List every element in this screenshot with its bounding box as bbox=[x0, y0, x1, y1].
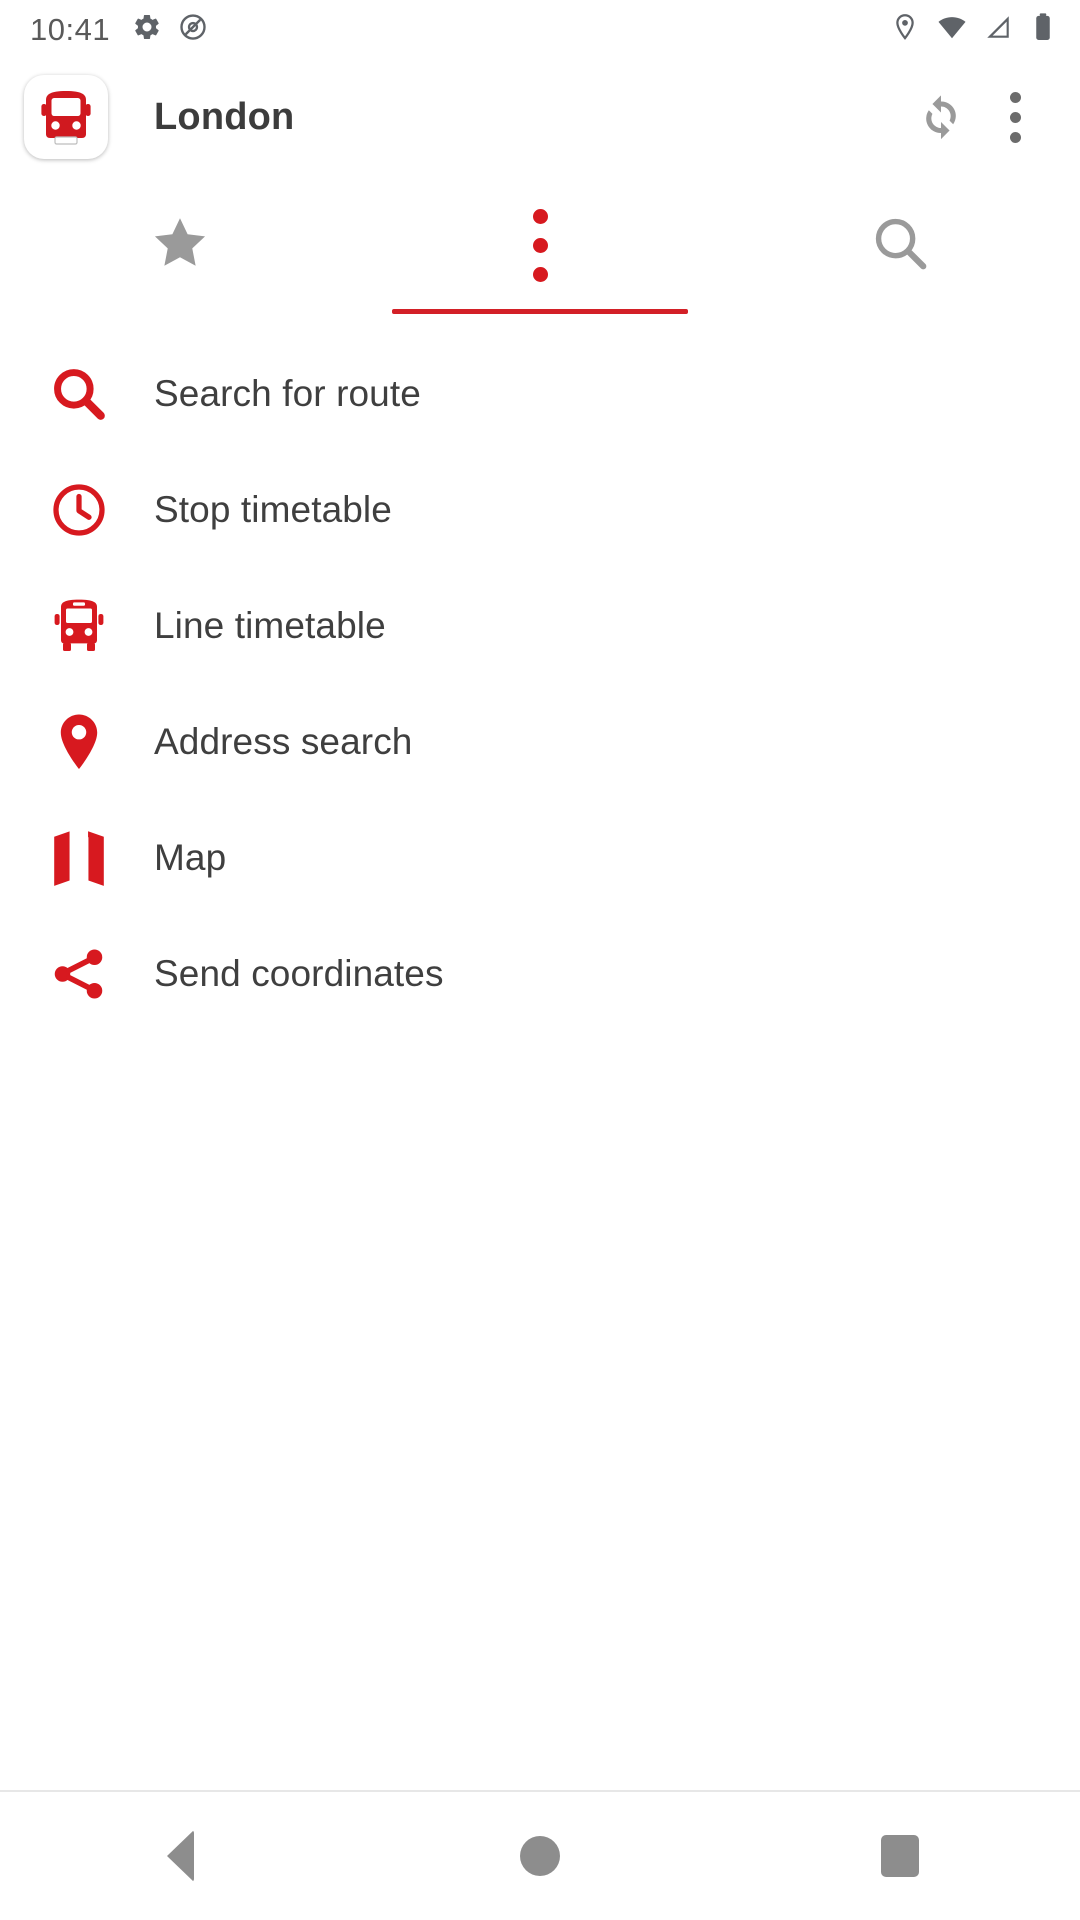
tab-more[interactable] bbox=[360, 176, 720, 314]
recents-button[interactable] bbox=[720, 1835, 1080, 1877]
tab-bar bbox=[0, 176, 1080, 314]
list-item-label: Send coordinates bbox=[154, 953, 444, 994]
more-vert-icon bbox=[1009, 91, 1021, 143]
do-not-disturb-icon bbox=[178, 12, 208, 47]
list-item-send-coordinates[interactable]: Send coordinates bbox=[0, 916, 1080, 1032]
clock-icon bbox=[40, 471, 118, 549]
overflow-menu-button[interactable] bbox=[978, 80, 1052, 154]
search-icon bbox=[869, 212, 931, 279]
gear-icon bbox=[132, 12, 162, 47]
main-menu-list: Search for route Stop timetable Line tim… bbox=[0, 314, 1080, 1032]
star-icon bbox=[149, 212, 211, 279]
system-navigation-bar bbox=[0, 1790, 1080, 1920]
search-icon bbox=[40, 355, 118, 433]
page-title: London bbox=[154, 95, 295, 138]
more-vert-icon bbox=[532, 208, 548, 282]
map-icon bbox=[40, 819, 118, 897]
list-item-address-search[interactable]: Address search bbox=[0, 684, 1080, 800]
status-bar-right-icons bbox=[890, 12, 1056, 47]
list-item-stop-timetable[interactable]: Stop timetable bbox=[0, 452, 1080, 568]
home-circle-icon bbox=[520, 1836, 560, 1876]
share-icon bbox=[40, 935, 118, 1013]
home-button[interactable] bbox=[360, 1836, 720, 1876]
wifi-icon bbox=[936, 12, 968, 47]
map-pin-icon bbox=[40, 703, 118, 781]
bus-icon bbox=[40, 587, 118, 665]
refresh-button[interactable] bbox=[904, 80, 978, 154]
status-bar-left-icons bbox=[132, 12, 208, 47]
bus-app-logo bbox=[24, 75, 108, 159]
back-triangle-icon bbox=[166, 1830, 194, 1882]
tab-search[interactable] bbox=[720, 176, 1080, 314]
back-button[interactable] bbox=[0, 1830, 360, 1882]
list-item-search-for-route[interactable]: Search for route bbox=[0, 336, 1080, 452]
list-item-label: Stop timetable bbox=[154, 489, 392, 530]
cellular-signal-icon bbox=[984, 12, 1014, 47]
list-item-label: Map bbox=[154, 837, 227, 878]
status-bar-clock: 10:41 bbox=[30, 11, 111, 47]
list-item-line-timetable[interactable]: Line timetable bbox=[0, 568, 1080, 684]
app-bar: London bbox=[0, 58, 1080, 176]
tab-selected-indicator bbox=[392, 309, 688, 314]
tab-favorites[interactable] bbox=[0, 176, 360, 314]
refresh-icon bbox=[914, 88, 968, 147]
recents-square-icon bbox=[881, 1835, 919, 1877]
location-pin-icon bbox=[890, 12, 920, 47]
battery-icon bbox=[1030, 12, 1056, 47]
list-item-map[interactable]: Map bbox=[0, 800, 1080, 916]
list-item-label: Search for route bbox=[154, 373, 421, 414]
list-item-label: Line timetable bbox=[154, 605, 386, 646]
list-item-label: Address search bbox=[154, 721, 413, 762]
status-bar: 10:41 bbox=[0, 0, 1080, 58]
